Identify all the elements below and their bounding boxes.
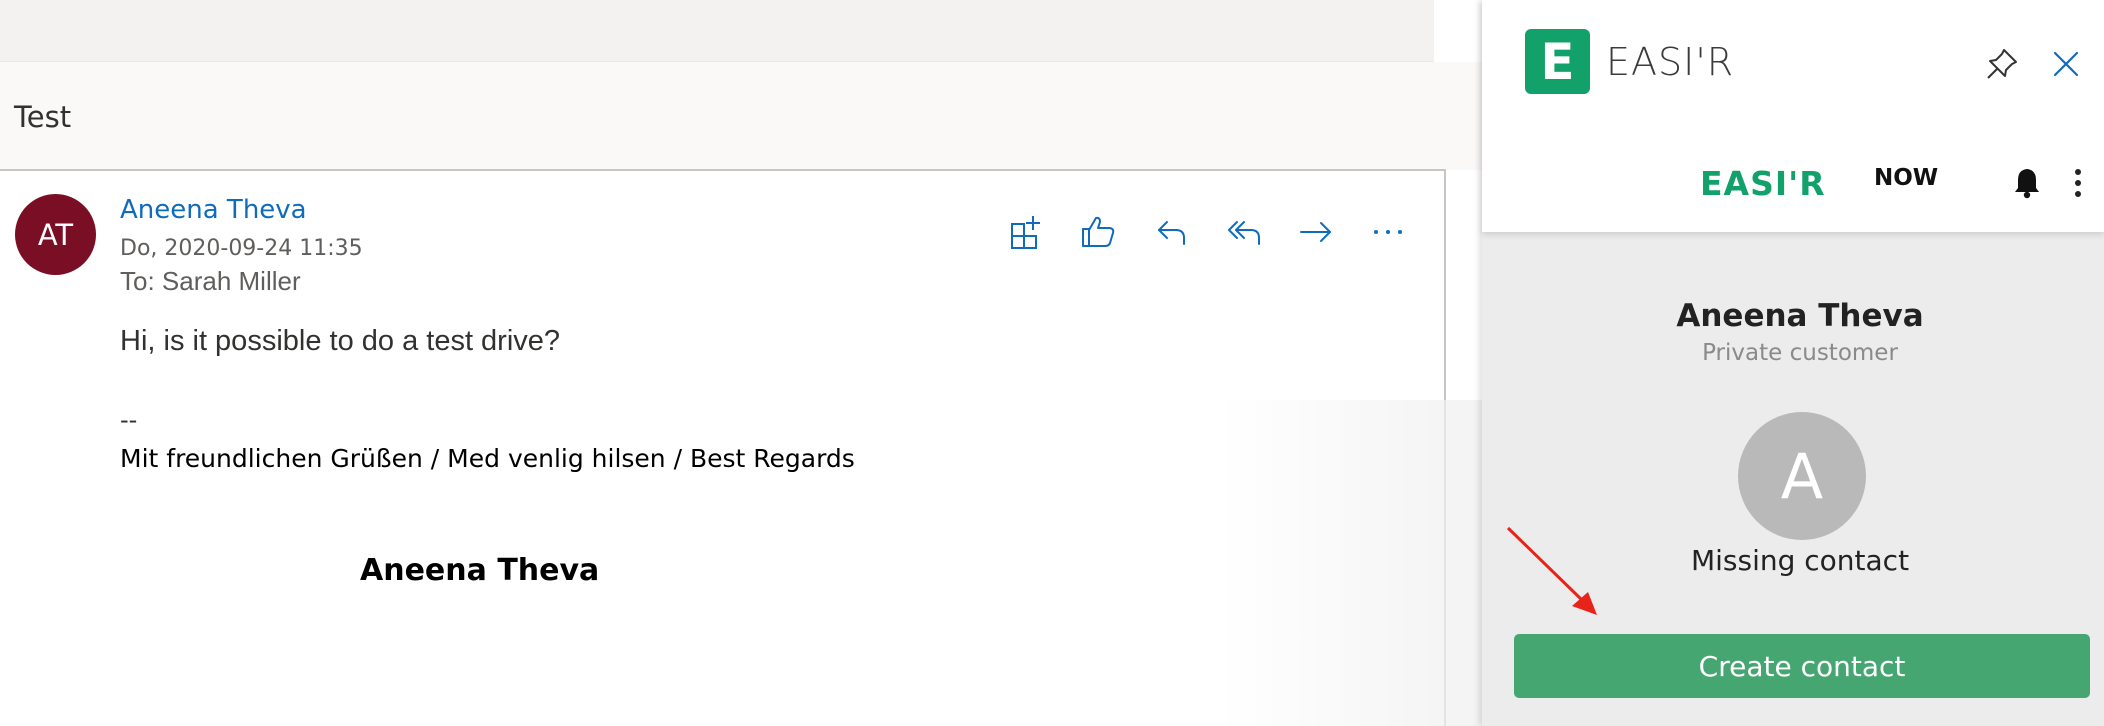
mail-subject: Test — [14, 100, 72, 134]
subject-bar — [0, 62, 1482, 170]
sender-avatar[interactable]: AT — [15, 194, 96, 275]
signature-separator: -- — [120, 406, 138, 434]
close-icon[interactable] — [2046, 44, 2086, 84]
mail-body: Hi, is it possible to do a test drive? — [120, 325, 561, 357]
easir-now-suffix: NOW — [1874, 165, 1939, 191]
contact-avatar: A — [1738, 412, 1866, 540]
reply-all-icon[interactable] — [1224, 212, 1264, 252]
reply-icon[interactable] — [1152, 212, 1192, 252]
like-icon[interactable] — [1078, 212, 1118, 252]
pin-icon[interactable] — [1982, 44, 2022, 84]
easir-logo: E — [1525, 29, 1590, 94]
contact-name: Aneena Theva — [1676, 298, 1924, 334]
easir-now-logo: EASI'R — [1700, 164, 1826, 203]
easir-logo-letter: E — [1540, 32, 1575, 91]
kebab-menu-icon[interactable] — [2068, 166, 2088, 200]
annotation-arrow-icon — [1506, 526, 1597, 615]
panel-shadow-fade — [1220, 400, 1482, 726]
apps-icon[interactable] — [1008, 212, 1048, 252]
sender-name[interactable]: Aneena Theva — [120, 195, 307, 225]
bell-icon[interactable] — [2012, 166, 2042, 200]
more-icon[interactable] — [1368, 212, 1408, 252]
signature-name: Aneena Theva — [360, 553, 600, 588]
contact-type: Private customer — [1702, 340, 1898, 366]
mail-top-strip — [0, 0, 1434, 62]
addin-title: EASI'R — [1606, 40, 1735, 84]
mail-recipient: To: Sarah Miller — [120, 266, 301, 296]
forward-icon[interactable] — [1296, 212, 1336, 252]
create-contact-button[interactable]: Create contact — [1514, 634, 2090, 698]
signature-greeting: Mit freundlichen Grüßen / Med venlig hil… — [120, 444, 855, 473]
mail-date: Do, 2020-09-24 11:35 — [120, 236, 363, 261]
